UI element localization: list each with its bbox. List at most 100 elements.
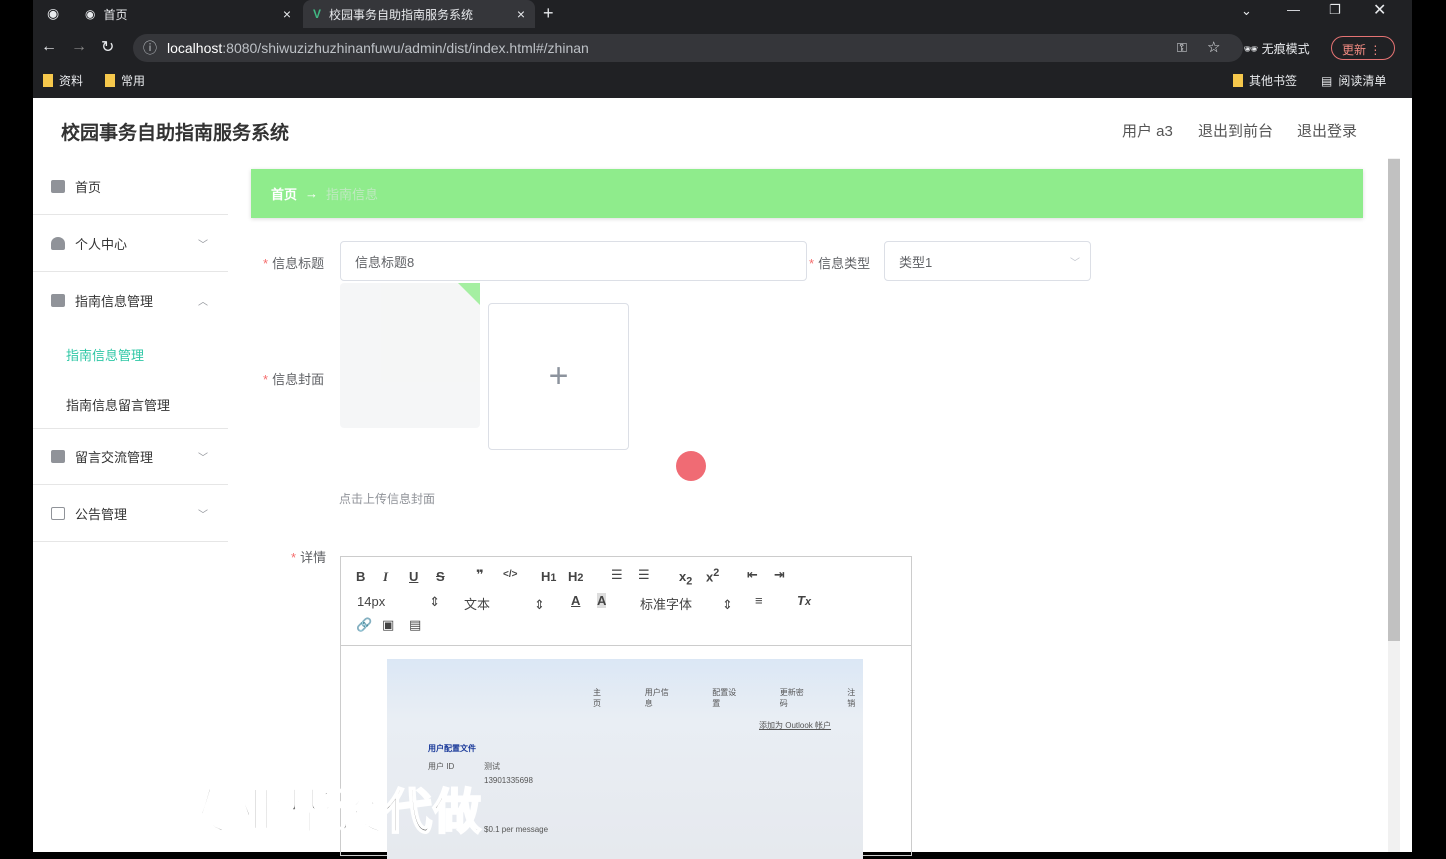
image-text: 添加为 Outlook 帐户 xyxy=(759,721,832,730)
sidebar-item-notices[interactable]: 公告管理 ﹀ xyxy=(33,485,228,542)
cover-label: * 信息封面 xyxy=(263,372,325,387)
select-value: 标准字体 xyxy=(640,597,693,612)
sidebar-label: 公告管理 xyxy=(75,506,128,522)
bookmark-folder[interactable]: 常用 xyxy=(105,72,145,89)
bookmark-folder[interactable]: 资料 xyxy=(43,72,83,89)
cover-hint: 点击上传信息封面 xyxy=(339,492,436,506)
label-text: 信息标题 xyxy=(272,256,325,271)
image-text: 测试 xyxy=(484,762,500,771)
reload-icon[interactable]: ↻ xyxy=(101,37,114,57)
close-tab-icon[interactable]: × xyxy=(517,6,525,22)
bookmark-label: 常用 xyxy=(121,74,146,88)
plus-icon: + xyxy=(548,357,569,395)
bold-button[interactable]: B xyxy=(356,569,365,584)
quote-icon[interactable]: ❞ xyxy=(476,567,484,583)
browser-chrome: ◉ ◉ 首页 × V 校园事务自助指南服务系统 × + ⌄ — ❐ ✕ ← → ↻ ⓘ l… xyxy=(33,0,1412,98)
background-color-icon[interactable]: A xyxy=(597,593,607,608)
underline-button[interactable]: U xyxy=(409,569,418,584)
title-label: * 信息标题 xyxy=(263,256,325,271)
sidebar-subitem-guide-comments[interactable]: 指南信息留言管理 xyxy=(66,395,170,414)
h1-button[interactable]: H1 xyxy=(541,569,556,584)
info-icon: ⓘ xyxy=(143,40,157,56)
breadcrumb-home[interactable]: 首页 xyxy=(271,184,297,203)
detail-label: * 详情 xyxy=(291,550,327,565)
image-text: $0.1 per message xyxy=(484,825,549,834)
incognito-badge[interactable]: 🕶 无痕模式 xyxy=(1243,40,1310,57)
front-link[interactable]: 退出到前台 xyxy=(1198,120,1273,141)
code-icon[interactable]: </> xyxy=(503,569,517,580)
sidebar-item-guide[interactable]: 指南信息管理 ︿ xyxy=(33,272,228,329)
font-color-icon[interactable]: A xyxy=(571,593,580,608)
image-icon[interactable]: ▣ xyxy=(382,617,394,633)
app-page: 校园事务自助指南服务系统 用户 a3 退出到前台 退出登录 首页 个人中心 ﹀ 指… xyxy=(33,98,1412,859)
video-icon[interactable]: ▤ xyxy=(409,617,421,633)
tab-search-icon[interactable]: ⌄ xyxy=(1241,3,1252,19)
close-tab-icon[interactable]: × xyxy=(283,6,291,22)
logout-link[interactable]: 退出登录 xyxy=(1297,120,1357,141)
image-text: 用户 ID xyxy=(428,762,455,771)
back-icon[interactable]: ← xyxy=(41,38,57,56)
select-value: 文本 xyxy=(464,597,491,612)
type-select[interactable]: 类型1 ﹀ xyxy=(884,241,1091,281)
bullet-list-icon[interactable]: ☰ xyxy=(638,567,650,583)
tab-active[interactable]: V 校园事务自助指南服务系统 × xyxy=(303,0,535,28)
cover-thumbnail[interactable] xyxy=(340,283,480,428)
briefcase-icon xyxy=(51,294,65,307)
image-text: 配置设置 xyxy=(712,688,737,708)
incognito-label: 无痕模式 xyxy=(1261,42,1310,56)
key-icon[interactable]: ⚿ xyxy=(1177,40,1187,56)
select-value: 14px xyxy=(357,594,386,609)
minimize-button[interactable]: — xyxy=(1287,2,1300,17)
tab-home[interactable]: ◉ 首页 × xyxy=(75,0,301,28)
sidebar-item-profile[interactable]: 个人中心 ﹀ xyxy=(33,215,228,272)
align-icon[interactable]: ≡ xyxy=(755,593,763,608)
user-name: 用户 a3 xyxy=(1122,123,1173,140)
editor-toolbar: B I U S ❞ </> H1 H2 ☰ ☰ x2 x2 ⇤ ⇥ 14px ⇕ … xyxy=(341,557,911,646)
indent-icon[interactable]: ⇥ xyxy=(774,567,785,583)
other-bookmarks[interactable]: 其他书签 xyxy=(1233,72,1297,89)
updown-icon: ⇕ xyxy=(429,594,441,609)
italic-button[interactable]: I xyxy=(383,569,388,585)
superscript-button[interactable]: x2 xyxy=(706,567,719,584)
tab-label: 校园事务自助指南服务系统 xyxy=(329,7,474,22)
clear-format-icon[interactable]: Tx xyxy=(797,593,811,608)
close-window-button[interactable]: ✕ xyxy=(1373,0,1386,20)
ordered-list-icon[interactable]: ☰ xyxy=(611,567,623,583)
sidebar-item-home[interactable]: 首页 xyxy=(33,158,228,215)
scrollbar[interactable] xyxy=(1388,158,1400,852)
restore-button[interactable]: ❐ xyxy=(1329,2,1341,18)
sidebar-label: 首页 xyxy=(75,179,102,195)
tab-label: 首页 xyxy=(103,7,128,22)
new-tab-button[interactable]: + xyxy=(543,3,554,24)
sidebar-label: 指南信息管理 xyxy=(75,294,154,309)
outdent-icon[interactable]: ⇤ xyxy=(747,567,758,583)
scrollbar-thumb[interactable] xyxy=(1388,159,1400,641)
title-input[interactable]: 信息标题8 xyxy=(340,241,807,281)
update-button[interactable]: 更新 ⋮ xyxy=(1331,36,1395,60)
chevron-up-icon: ︿ xyxy=(198,297,208,308)
reading-list[interactable]: ▤ 阅读清单 xyxy=(1321,72,1386,89)
globe-icon: ◉ xyxy=(85,7,96,21)
updown-icon: ⇕ xyxy=(722,597,733,612)
image-text: 用户信息 xyxy=(644,688,669,708)
font-size-select[interactable]: 14px ⇕ xyxy=(357,594,440,610)
copy-icon xyxy=(51,506,65,520)
bookmark-label: 阅读清单 xyxy=(1338,74,1387,88)
block-format-select[interactable]: 文本 ⇕ xyxy=(464,594,545,613)
forward-icon[interactable]: → xyxy=(71,38,87,56)
cursor-highlight xyxy=(676,451,706,481)
sidebar-item-messages[interactable]: 留言交流管理 ﹀ xyxy=(33,428,228,485)
sidebar-subitem-guide[interactable]: 指南信息管理 xyxy=(66,345,144,364)
breadcrumb: 首页 → 指南信息 xyxy=(251,169,1363,218)
strike-button[interactable]: S xyxy=(436,569,445,584)
upload-button[interactable]: + xyxy=(488,303,629,450)
address-bar[interactable]: ⓘ localhost:8080/shiwuzizhuzhinanfuwu/adm… xyxy=(133,34,1243,62)
star-icon[interactable]: ☆ xyxy=(1207,38,1220,56)
chevron-down-icon: ﹀ xyxy=(198,453,208,464)
h2-button[interactable]: H2 xyxy=(568,569,583,584)
link-icon[interactable]: 🔗 xyxy=(356,617,372,633)
subscript-button[interactable]: x2 xyxy=(679,569,692,588)
clipboard-icon xyxy=(51,450,65,463)
font-family-select[interactable]: 标准字体 ⇕ xyxy=(640,594,733,613)
breadcrumb-current: 指南信息 xyxy=(326,187,379,202)
